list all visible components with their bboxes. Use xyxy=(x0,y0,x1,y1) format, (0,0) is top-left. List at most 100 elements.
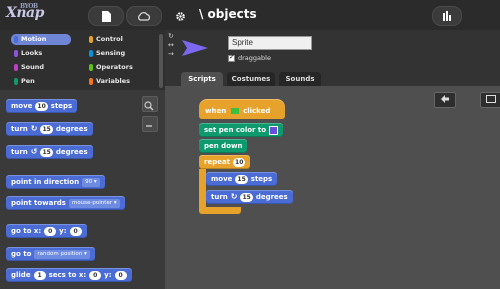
category-label: Sensing xyxy=(96,49,126,57)
block-text: move xyxy=(11,102,33,110)
category-swatch xyxy=(14,50,18,57)
rotation-style-rotate[interactable]: ↻ xyxy=(168,32,178,41)
stage-size-icon xyxy=(443,10,451,22)
when-flag-clicked-block[interactable]: when clicked xyxy=(199,99,285,119)
pen-down-block[interactable]: pen down xyxy=(199,139,248,153)
set-pen-color-block[interactable]: set pen color to xyxy=(199,123,284,137)
category-scrollbar[interactable] xyxy=(159,34,163,88)
category-label: Operators xyxy=(96,63,133,71)
file-menu-button[interactable] xyxy=(88,6,124,26)
category-swatch xyxy=(14,64,18,71)
category-label: Control xyxy=(96,35,123,43)
repeat-count-slot[interactable]: 10 xyxy=(233,157,246,167)
target-dropdown[interactable]: mouse-pointer ▾ xyxy=(68,198,120,208)
rotation-style-controls: ↻ ↔ → xyxy=(168,32,178,59)
draggable-label: draggable xyxy=(238,54,271,62)
block-text: point in direction xyxy=(11,178,80,186)
search-icon xyxy=(144,101,154,111)
block-text: degrees xyxy=(255,193,288,201)
sprite-name-input[interactable] xyxy=(228,36,312,50)
palette-block-go-to-xy[interactable]: go to x: 0 y: 0 xyxy=(6,224,87,238)
block-text: clicked xyxy=(243,107,271,115)
pen-color-swatch[interactable] xyxy=(269,125,279,135)
block-text: turn xyxy=(11,125,28,133)
sprite-thumbnail-icon xyxy=(182,40,208,56)
sprite-corral-header: ↻ ↔ → draggable xyxy=(165,30,500,72)
category-sensing[interactable]: Sensing xyxy=(86,48,146,59)
y-slot[interactable]: 0 xyxy=(114,270,127,280)
number-slot[interactable]: 15 xyxy=(40,147,53,157)
rotation-style-flip[interactable]: ↔ xyxy=(168,41,178,50)
top-bar: BYOB Xnap \ objects xyxy=(0,0,500,31)
draggable-checkbox[interactable] xyxy=(228,53,235,62)
block-text: repeat xyxy=(204,158,231,166)
block-text: degrees xyxy=(55,125,88,133)
tab-costumes[interactable]: Costumes xyxy=(227,72,275,86)
move-steps-block[interactable]: move 15 steps xyxy=(206,172,278,186)
palette-block-turn-ccw[interactable]: turn ↺ 15 degrees xyxy=(6,145,93,159)
keyboard-entry-button[interactable] xyxy=(480,92,500,108)
category-operators[interactable]: Operators xyxy=(86,62,146,73)
palette-unused-blocks-button[interactable] xyxy=(142,116,158,132)
number-slot[interactable]: 15 xyxy=(240,192,253,202)
palette-block-point-towards[interactable]: point towards mouse-pointer ▾ xyxy=(6,196,125,210)
position-dropdown[interactable]: random position ▾ xyxy=(34,249,90,259)
number-slot[interactable]: 10 xyxy=(35,101,48,111)
block-text: pen down xyxy=(204,142,243,150)
palette-block-glide[interactable]: glide 1 secs to x: 0 y: 0 xyxy=(6,268,132,282)
block-text: y: xyxy=(104,271,112,279)
number-slot[interactable]: 15 xyxy=(235,174,248,184)
number-slot[interactable]: 15 xyxy=(40,124,53,134)
palette-block-go-to[interactable]: go to random position ▾ xyxy=(6,247,95,261)
y-slot[interactable]: 0 xyxy=(69,226,82,236)
settings-button[interactable] xyxy=(166,6,194,26)
x-slot[interactable]: 0 xyxy=(89,270,102,280)
secs-slot[interactable]: 1 xyxy=(33,270,46,280)
scripts-area[interactable]: when clicked set pen color to pen down r… xyxy=(165,86,500,289)
palette-block-turn-cw[interactable]: turn ↻ 15 degrees xyxy=(6,122,93,136)
block-text: steps xyxy=(50,102,73,110)
undo-button[interactable] xyxy=(434,92,456,108)
draggable-toggle[interactable]: draggable xyxy=(228,53,271,62)
x-slot[interactable]: 0 xyxy=(44,226,57,236)
rotate-counterclockwise-icon: ↺ xyxy=(30,147,38,156)
tab-sounds[interactable]: Sounds xyxy=(279,72,321,86)
category-label: Pen xyxy=(21,77,35,85)
rotation-style-none[interactable]: → xyxy=(168,50,178,59)
block-text: y: xyxy=(59,227,67,235)
category-sound[interactable]: Sound xyxy=(11,62,71,73)
repeat-block[interactable]: repeat 10 xyxy=(199,155,251,169)
minus-icon xyxy=(146,125,152,127)
category-swatch xyxy=(14,36,18,43)
category-control[interactable]: Control xyxy=(86,34,146,45)
keyboard-icon xyxy=(486,94,496,106)
file-icon xyxy=(101,10,111,22)
category-variables[interactable]: Variables xyxy=(86,76,146,87)
block-text: turn xyxy=(11,148,28,156)
search-blocks-button[interactable] xyxy=(142,96,158,112)
green-flag-icon xyxy=(230,108,239,114)
logo[interactable]: BYOB Xnap xyxy=(6,3,44,25)
turn-degrees-block[interactable]: turn ↻ 15 degrees xyxy=(206,190,293,204)
category-motion[interactable]: Motion xyxy=(11,34,71,45)
palette-block-point-in-direction[interactable]: point in direction 90 ▾ xyxy=(6,175,105,189)
repeat-block-bottom xyxy=(199,207,241,214)
block-text: go to x: xyxy=(11,227,42,235)
block-palette: move 10 steps turn ↻ 15 degrees turn ↺ 1… xyxy=(0,90,165,289)
repeat-block-arm xyxy=(199,169,206,207)
stage-size-button[interactable] xyxy=(432,6,462,26)
block-text: when xyxy=(205,107,227,115)
category-pen[interactable]: Pen xyxy=(11,76,71,87)
cloud-button[interactable] xyxy=(126,6,162,26)
undo-icon xyxy=(440,94,450,106)
palette-block-move[interactable]: move 10 steps xyxy=(6,99,78,113)
gear-icon xyxy=(175,11,186,22)
category-swatch xyxy=(89,36,93,43)
block-text: point towards xyxy=(11,199,66,207)
category-looks[interactable]: Looks xyxy=(11,48,71,59)
block-text: degrees xyxy=(55,148,88,156)
tab-scripts[interactable]: Scripts xyxy=(181,72,223,86)
block-text: go to xyxy=(11,250,32,258)
category-label: Motion xyxy=(21,35,47,43)
direction-dropdown[interactable]: 90 ▾ xyxy=(82,177,100,187)
